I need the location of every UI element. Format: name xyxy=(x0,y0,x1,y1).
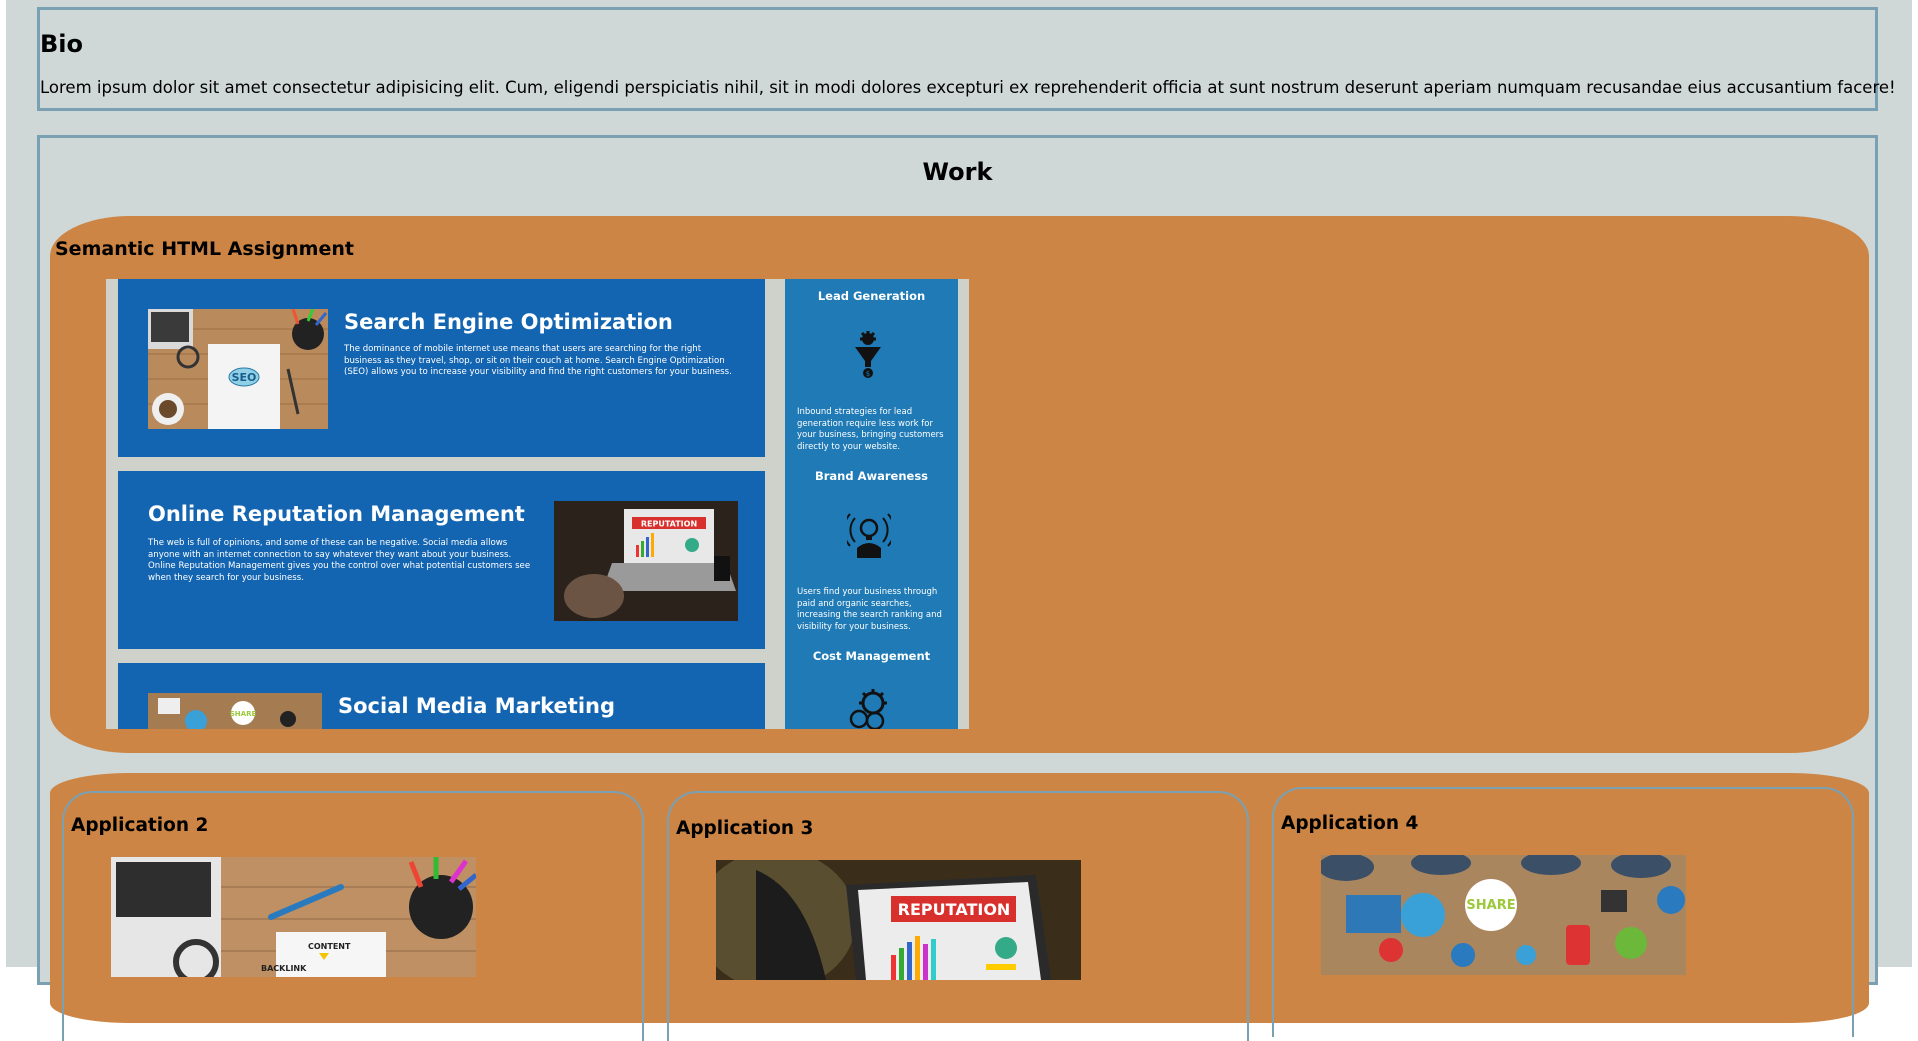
brand-awareness-title: Brand Awareness xyxy=(814,469,929,483)
social-media-card-title: Social Media Marketing xyxy=(338,694,616,718)
lead-generation-title: Lead Generation xyxy=(817,289,926,303)
reputation-card-text: The web is full of opinions, and some of… xyxy=(148,538,531,583)
gear-coins-icon xyxy=(849,689,893,729)
seo-card-text: The dominance of mobile internet use mea… xyxy=(344,344,732,377)
seo-image-label: SEO xyxy=(232,371,257,384)
application-3-card[interactable]: Application 3 REPUTATION xyxy=(667,791,1249,1041)
svg-text:$: $ xyxy=(866,370,870,378)
application-3-image: REPUTATION xyxy=(716,860,1081,980)
work-section: Work Semantic HTML Assignment SEO Search… xyxy=(37,135,1878,1041)
brand-awareness-text: Users find your business through paid an… xyxy=(797,587,942,632)
bio-text: Lorem ipsum dolor sit amet consectetur a… xyxy=(40,78,1896,97)
social-media-card: SHARE Social Media Marketing xyxy=(118,663,765,729)
application-3-image-label: REPUTATION xyxy=(898,900,1011,919)
seo-card: SEO Search Engine Optimization The domin… xyxy=(118,279,765,457)
social-media-image: SHARE xyxy=(148,693,322,729)
application-4-image: SHARE xyxy=(1321,855,1686,975)
application-2-image: CONTENT BACKLINK xyxy=(111,857,476,977)
project-semantic-html[interactable]: Semantic HTML Assignment SEO Search Engi… xyxy=(50,216,1869,753)
application-4-title: Application 4 xyxy=(1281,813,1419,834)
application-2-title: Application 2 xyxy=(71,815,209,836)
social-media-image-label: SHARE xyxy=(230,710,257,718)
application-4-image-label: SHARE xyxy=(1466,898,1515,913)
lightbulb-head-icon xyxy=(842,512,896,562)
application-2-image-label-1: CONTENT xyxy=(308,942,351,951)
reputation-image-label: REPUTATION xyxy=(641,520,697,529)
reputation-image: REPUTATION xyxy=(554,501,738,621)
services-sidebar: Lead Generation $ Inbound strategies for… xyxy=(785,279,958,729)
application-3-title: Application 3 xyxy=(676,818,814,839)
bio-heading: Bio xyxy=(40,30,84,58)
seo-image: SEO xyxy=(148,309,328,429)
bio-section: Bio Lorem ipsum dolor sit amet consectet… xyxy=(37,7,1896,111)
reputation-card: Online Reputation Management The web is … xyxy=(118,471,765,649)
work-heading: Work xyxy=(922,158,993,186)
project-screenshot[interactable]: SEO Search Engine Optimization The domin… xyxy=(106,279,969,729)
application-4-card[interactable]: Application 4 SHARE xyxy=(1272,787,1854,1037)
project-title: Semantic HTML Assignment xyxy=(55,238,354,260)
application-2-card[interactable]: Application 2 CONTENT BACKLINK xyxy=(62,791,644,1041)
cost-management-title: Cost Management xyxy=(812,649,931,663)
seo-card-title: Search Engine Optimization xyxy=(344,310,673,334)
application-2-image-label-2: BACKLINK xyxy=(261,964,307,973)
reputation-card-title: Online Reputation Management xyxy=(148,502,525,526)
applications-row: Application 2 CONTENT BACKLINK Applicati… xyxy=(50,773,1869,1041)
lead-generation-text: Inbound strategies for lead generation r… xyxy=(797,407,944,452)
funnel-gear-icon: $ xyxy=(853,331,883,383)
